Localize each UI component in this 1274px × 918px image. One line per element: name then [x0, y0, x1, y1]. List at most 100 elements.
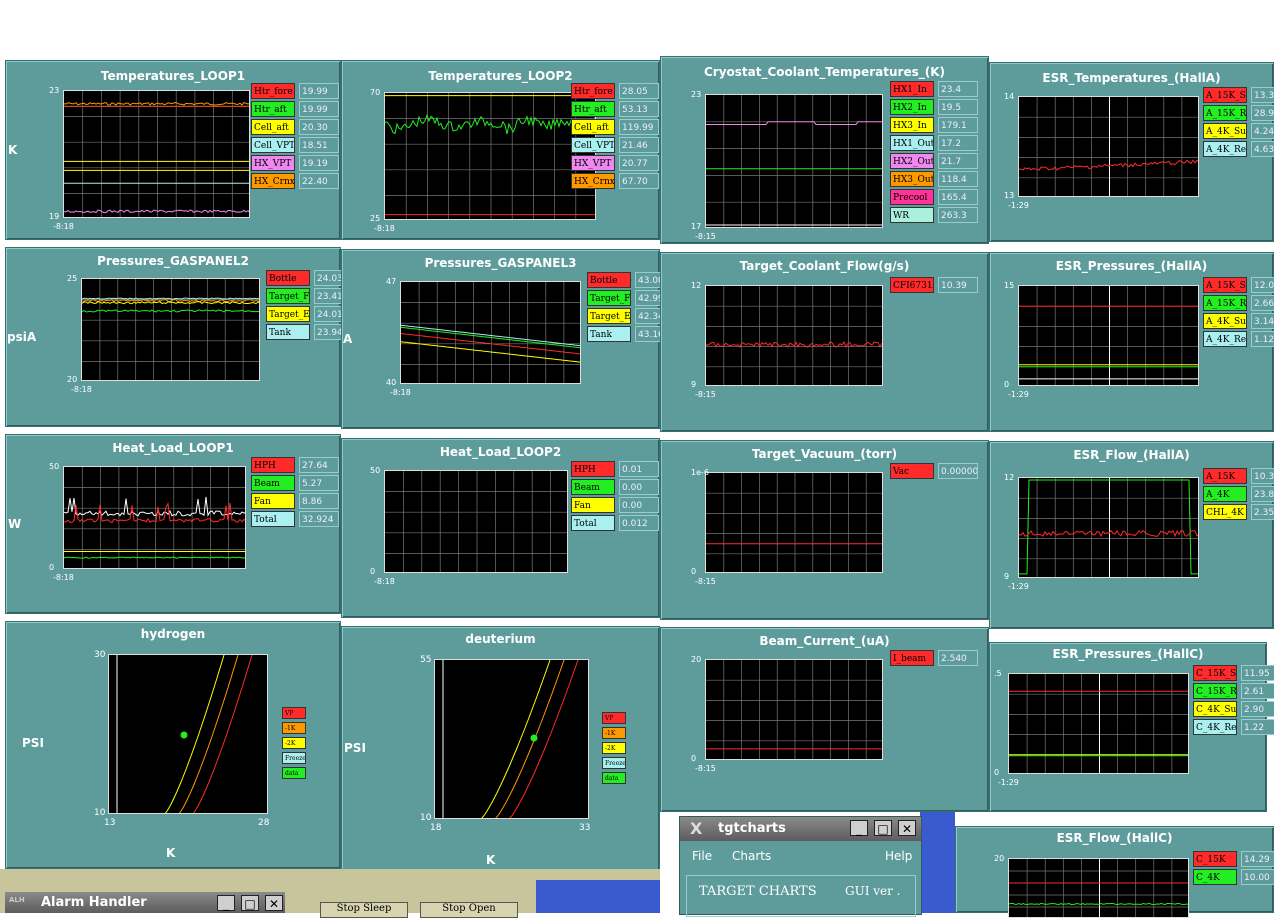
beam-y-min-tick: 0 [691, 754, 697, 763]
alarm-handler-window[interactable]: ALH Alarm Handler _ □ ✕ [5, 892, 285, 913]
beam-time-tick: -8:15 [695, 764, 716, 773]
legend-label: Tank [266, 324, 310, 340]
legend-label: C_4K [1193, 869, 1237, 885]
alh-logo-icon: ALH [9, 896, 25, 904]
esrFlowA-title: ESR_Flow_(HallA) [1073, 448, 1190, 462]
flow-y-min-tick: 9 [691, 380, 697, 389]
legend-label: HPH [251, 457, 295, 473]
deuterium-title: deuterium [465, 632, 536, 646]
close-button[interactable]: ✕ [265, 895, 283, 911]
legend-row: C_15K 14.29 [1193, 851, 1274, 867]
temp1-title: Temperatures_LOOP1 [100, 69, 246, 83]
legend-label: Target_Ex [587, 308, 631, 324]
press2-y-max-tick: 25 [67, 274, 78, 283]
esrFlowC-y-max-tick: 20 [994, 854, 1005, 863]
temp2-plot-area [384, 92, 596, 220]
data-trace [385, 113, 595, 135]
stop-sleep-button[interactable]: Stop Sleep [320, 902, 408, 918]
legend-value: 0.012 [619, 515, 659, 531]
maximize-button[interactable]: □ [241, 895, 259, 911]
legend-row: Fan 0.00 [571, 497, 661, 513]
legend-label: HX_VPT [571, 155, 615, 171]
legend-value: 0.00 [619, 479, 659, 495]
stop-open-button[interactable]: Stop Open [420, 902, 518, 918]
legend-value: 22.40 [299, 173, 339, 189]
legend-label: Target_Ex [266, 306, 310, 322]
data-trace [82, 297, 259, 300]
panel-target-vacuum: Target_Vacuum_(torr) 1e-6 0 -8:15 Vac 0.00000… [660, 440, 989, 620]
legend-row: C_4K_Re 1.22 [1193, 719, 1274, 735]
legend-label: C_4K_Sup [1193, 701, 1237, 717]
hydrogen-plot-area [108, 654, 268, 814]
press2-plot-svg [82, 279, 259, 380]
legend-row: C_4K 10.00 [1193, 869, 1274, 885]
legend-value: 27.64 [299, 457, 339, 473]
legend-label: A_4K_Sup [1203, 123, 1247, 139]
legend-label: Htr_fore [251, 83, 295, 99]
menu-help[interactable]: Help [885, 849, 912, 863]
legend-label: data [602, 772, 626, 784]
legend-row: Beam 5.27 [251, 475, 341, 491]
esrFlowA-time-tick: -1:29 [1008, 582, 1029, 591]
legend-value: 10.39 [1251, 468, 1274, 484]
legend-label: A_15K_S [1203, 87, 1247, 103]
panel-esr-pressures-hallc: ESR_Pressures_(HallC) .5 0 -1:29 C_15K_S 11.9… [989, 642, 1274, 812]
legend-label: VP [282, 707, 306, 719]
cryo-plot-svg [706, 95, 882, 227]
desktop-strip-blue [536, 880, 660, 913]
esrFlowA-plot-svg [1019, 478, 1198, 577]
legend-label: HX_Crnx [571, 173, 615, 189]
hydrogen-ymax-tick: 30 [94, 650, 106, 660]
legend-row: C_15K_S 11.95 [1193, 665, 1274, 681]
hydrogen-title: hydrogen [140, 627, 206, 641]
legend-label: WR [890, 207, 934, 223]
legend-row: HPH 0.01 [571, 461, 661, 477]
legend-label: Total [251, 511, 295, 527]
legend-value: 67.70 [619, 173, 659, 189]
flow-plot-area [705, 285, 883, 386]
legend-row: A_4K_Re 1.12 [1203, 331, 1274, 347]
legend-row: Htr_aft 53.13 [571, 101, 661, 117]
minimize-button[interactable]: _ [217, 895, 235, 911]
legend-row: Cell_VPT 18.51 [251, 137, 341, 153]
legend-row: HX2_Out 21.7 [890, 153, 980, 169]
hydrogen-xmax-tick: 28 [258, 818, 270, 828]
esrPressC-y-max-tick: .5 [994, 669, 1002, 678]
close-button[interactable]: ✕ [898, 820, 916, 836]
tgtcharts-window[interactable]: X tgtcharts _ □ ✕ File Charts Help TARGE… [679, 816, 922, 917]
panel-esr-pressures-halla: ESR_Pressures_(HallA) 15 0 -1:29 A_15K_S 12.0… [989, 252, 1274, 432]
legend-value: 12.00 [1251, 277, 1274, 293]
legend-label: VP [602, 712, 626, 724]
menu-bar: File Charts Help [680, 845, 921, 867]
beam-y-max-tick: 20 [691, 655, 702, 664]
vac-plot-area [705, 472, 883, 573]
cryo-plot-area [705, 94, 883, 228]
legend-label: Vac [890, 463, 934, 479]
legend-label: -1K [282, 722, 306, 734]
esrTempA-plot-area [1018, 96, 1199, 197]
temp2-title: Temperatures_LOOP2 [428, 69, 573, 83]
legend-label: C_15K_S [1193, 665, 1237, 681]
panel-esr-flow-halla: ESR_Flow_(HallA)129-1:29A_15K10.39A_4K23… [989, 441, 1274, 629]
legend-label: Cell_VPT [571, 137, 615, 153]
vapor-pressure-curve [481, 660, 551, 818]
legend-row: Cell_VPT 21.46 [571, 137, 661, 153]
legend-row: Vac0.0000003 [890, 463, 980, 479]
panel-target-coolant-flow: Target_Coolant_Flow(g/s) 12 9-8:15 CFI6731A… [660, 252, 989, 432]
legend-label: Cell_VPT [251, 137, 295, 153]
legend-value: 2.90 [1241, 701, 1274, 717]
legend-row: Precool 165.4 [890, 189, 980, 205]
esrFlowC-plot-svg [1009, 859, 1188, 917]
legend-value: 23.89 [1251, 486, 1274, 502]
maximize-button[interactable]: □ [874, 820, 892, 836]
legend-row: HX_VPT 19.19 [251, 155, 341, 171]
legend-label: Target_Fi [266, 288, 310, 304]
esrTempA-y-min-tick: 13 [1004, 191, 1015, 200]
minimize-button[interactable]: _ [850, 820, 868, 836]
menu-file[interactable]: File [692, 849, 712, 863]
legend-row: A_4K23.89 [1203, 486, 1274, 502]
menu-charts[interactable]: Charts [732, 849, 771, 863]
heat2-time-tick: -8:18 [374, 577, 395, 586]
legend-row: Cell_aft 20.30 [251, 119, 341, 135]
deuterium-xmin-tick: 18 [430, 823, 442, 833]
